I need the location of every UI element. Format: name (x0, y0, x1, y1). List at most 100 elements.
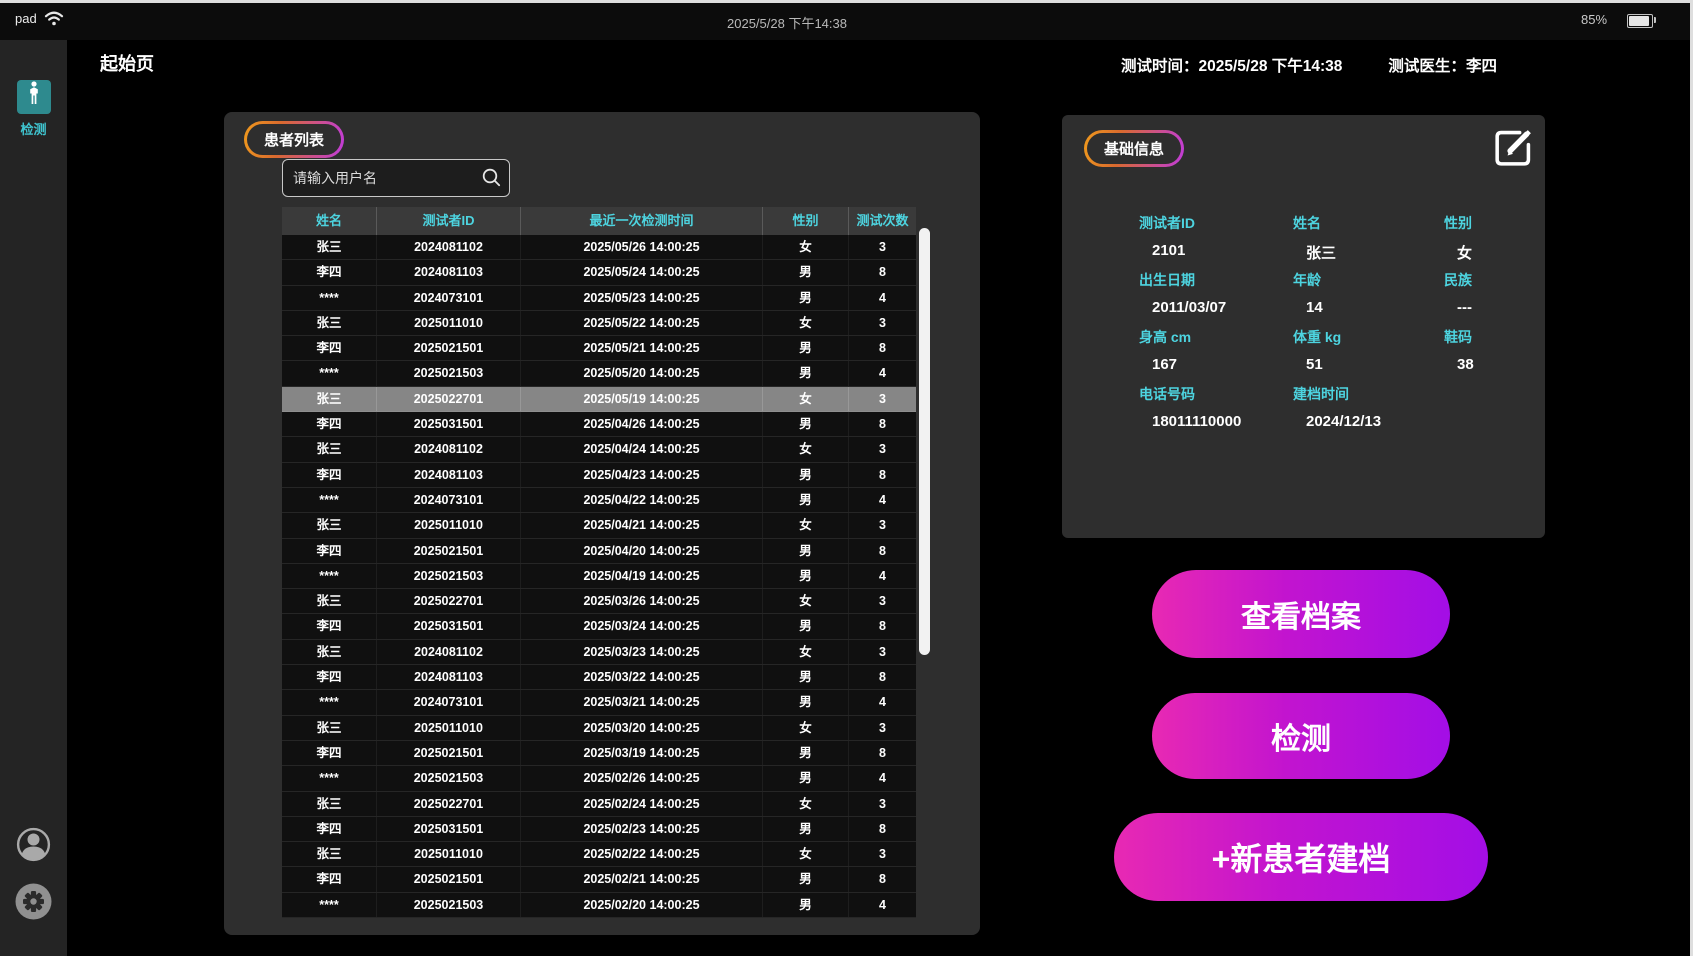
column-header: 测试者ID (377, 207, 521, 235)
info-field-label: 性别 (1444, 213, 1531, 233)
table-cell: 女 (763, 437, 849, 461)
table-row[interactable]: 李四20250315012025/03/24 14:00:25男8 (282, 614, 916, 639)
table-row[interactable]: ****20250215032025/02/26 14:00:25男4 (282, 766, 916, 791)
table-cell: 男 (763, 614, 849, 638)
table-cell: 男 (763, 564, 849, 588)
table-cell: 2025021501 (377, 539, 521, 563)
info-field-value: 167 (1139, 356, 1293, 373)
table-cell: 2025021503 (377, 893, 521, 917)
table-row[interactable]: 张三20250227012025/02/24 14:00:25女3 (282, 792, 916, 817)
table-row[interactable]: 张三20250110102025/02/22 14:00:25女3 (282, 842, 916, 867)
sidebar-item-detect[interactable]: 检测 (0, 80, 67, 138)
table-cell: 张三 (282, 640, 377, 664)
column-header: 最近一次检测时间 (521, 207, 763, 235)
table-cell: 李四 (282, 665, 377, 689)
test-doctor: 测试医生：李四 (1388, 54, 1497, 76)
info-field: 建档时间2024/12/13 (1293, 384, 1444, 428)
table-cell: 女 (763, 716, 849, 740)
table-cell: 2025/03/20 14:00:25 (521, 716, 763, 740)
table-cell: 男 (763, 893, 849, 917)
table-row[interactable]: ****20250215032025/04/19 14:00:25男4 (282, 564, 916, 589)
search-icon[interactable] (481, 167, 502, 193)
table-cell: 8 (849, 867, 916, 891)
edit-icon[interactable] (1488, 123, 1538, 173)
info-field: 性别女 (1444, 213, 1531, 257)
table-row[interactable]: 张三20250110102025/05/22 14:00:25女3 (282, 311, 916, 336)
table-cell: 2025/03/21 14:00:25 (521, 690, 763, 714)
table-row[interactable]: 李四20240811032025/04/23 14:00:25男8 (282, 463, 916, 488)
table-cell: 2025022701 (377, 589, 521, 613)
detect-button[interactable]: 检测 (1152, 693, 1450, 779)
table-cell: 2025/03/22 14:00:25 (521, 665, 763, 689)
basic-info-badge: 基础信息 (1084, 130, 1184, 167)
info-field-label: 年龄 (1293, 270, 1444, 290)
table-cell: 女 (763, 311, 849, 335)
table-row[interactable]: 张三20250227012025/05/19 14:00:25女3 (282, 387, 916, 412)
basic-info-grid: 测试者ID2101姓名张三性别女出生日期2011/03/07年龄14民族---身… (1139, 213, 1531, 428)
table-cell: 李四 (282, 336, 377, 360)
table-cell: 2025011010 (377, 716, 521, 740)
column-header: 性别 (763, 207, 849, 235)
table-cell: 张三 (282, 513, 377, 537)
search-input[interactable] (282, 159, 510, 197)
table-row[interactable]: ****20240731012025/04/22 14:00:25男4 (282, 488, 916, 513)
table-row[interactable]: ****20250215032025/02/20 14:00:25男4 (282, 893, 916, 918)
table-cell: 张三 (282, 792, 377, 816)
test-time: 测试时间：2025/5/28 下午14:38 (1121, 54, 1342, 76)
info-field-value: 51 (1293, 356, 1444, 373)
table-cell: 男 (763, 361, 849, 385)
table-row[interactable]: 李四20250215012025/04/20 14:00:25男8 (282, 539, 916, 564)
table-row[interactable]: 李四20250315012025/04/26 14:00:25男8 (282, 412, 916, 437)
table-row[interactable]: ****20240731012025/05/23 14:00:25男4 (282, 286, 916, 311)
info-field: 民族--- (1444, 270, 1531, 314)
table-row[interactable]: 张三20240811022025/04/24 14:00:25女3 (282, 437, 916, 462)
user-avatar-icon[interactable] (15, 826, 52, 863)
table-cell: 2025/05/20 14:00:25 (521, 361, 763, 385)
table-row[interactable]: 李四20250215012025/05/21 14:00:25男8 (282, 336, 916, 361)
table-cell: 2025/04/22 14:00:25 (521, 488, 763, 512)
table-cell: 2025011010 (377, 842, 521, 866)
table-cell: 2024081103 (377, 260, 521, 284)
table-row[interactable]: 李四20240811032025/05/24 14:00:25男8 (282, 260, 916, 285)
table-cell: 2025021501 (377, 741, 521, 765)
table-cell: 张三 (282, 387, 377, 411)
table-row[interactable]: 李四20250215012025/02/21 14:00:25男8 (282, 867, 916, 892)
table-cell: 3 (849, 640, 916, 664)
test-doctor-value: 李四 (1466, 58, 1497, 75)
table-cell: 2025/05/21 14:00:25 (521, 336, 763, 360)
table-cell: 2024073101 (377, 488, 521, 512)
table-cell: 3 (849, 589, 916, 613)
info-field-label: 电话号码 (1139, 384, 1293, 404)
page-title: 起始页 (100, 50, 154, 76)
settings-gear-icon[interactable] (14, 882, 53, 921)
new-patient-button[interactable]: +新患者建档 (1114, 813, 1488, 901)
table-cell: 男 (763, 539, 849, 563)
table-cell: 张三 (282, 437, 377, 461)
view-archive-button[interactable]: 查看档案 (1152, 570, 1450, 658)
table-cell: 2025/03/19 14:00:25 (521, 741, 763, 765)
table-cell: 2025/05/22 14:00:25 (521, 311, 763, 335)
scrollbar-thumb[interactable] (919, 228, 930, 655)
table-row[interactable]: ****20240731012025/03/21 14:00:25男4 (282, 690, 916, 715)
table-cell: 2025031501 (377, 614, 521, 638)
table-row[interactable]: 张三20250110102025/04/21 14:00:25女3 (282, 513, 916, 538)
info-field: 测试者ID2101 (1139, 213, 1293, 257)
table-cell: 2025021503 (377, 564, 521, 588)
table-cell: 李四 (282, 741, 377, 765)
table-row[interactable]: 李四20250215012025/03/19 14:00:25男8 (282, 741, 916, 766)
table-row[interactable]: 张三20240811022025/05/26 14:00:25女3 (282, 235, 916, 260)
table-row[interactable]: 李四20250315012025/02/23 14:00:25男8 (282, 817, 916, 842)
app-window: pad 2025/5/28 下午14:38 85% 检测 (0, 0, 1693, 956)
table-cell: 3 (849, 716, 916, 740)
table-row[interactable]: ****20250215032025/05/20 14:00:25男4 (282, 361, 916, 386)
info-field: 年龄14 (1293, 270, 1444, 314)
table-cell: 2024073101 (377, 286, 521, 310)
table-cell: **** (282, 564, 377, 588)
table-row[interactable]: 张三20250227012025/03/26 14:00:25女3 (282, 589, 916, 614)
table-row[interactable]: 李四20240811032025/03/22 14:00:25男8 (282, 665, 916, 690)
table-cell: 2025/04/19 14:00:25 (521, 564, 763, 588)
table-row[interactable]: 张三20240811022025/03/23 14:00:25女3 (282, 640, 916, 665)
info-field-value: 38 (1444, 356, 1531, 373)
patient-table-body: 张三20240811022025/05/26 14:00:25女3李四20240… (282, 235, 916, 918)
table-row[interactable]: 张三20250110102025/03/20 14:00:25女3 (282, 716, 916, 741)
